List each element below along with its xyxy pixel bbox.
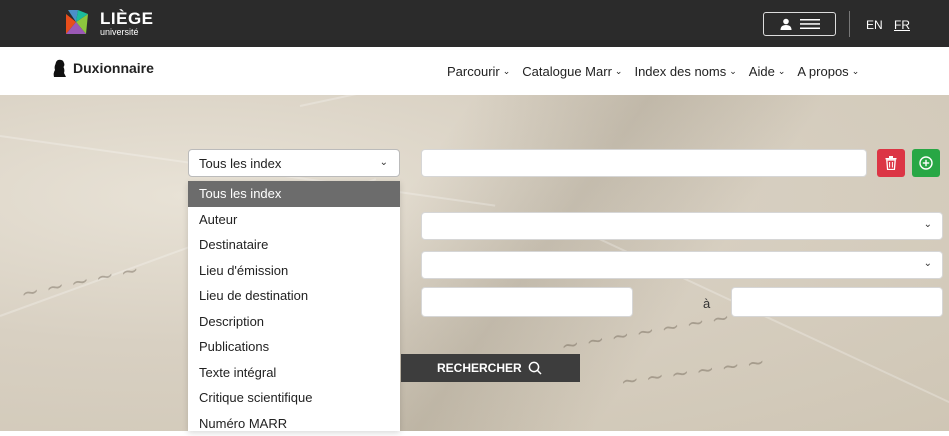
search-button-label: RECHERCHER (437, 361, 522, 375)
divider (849, 11, 850, 37)
index-option[interactable]: Lieu de destination (188, 283, 400, 309)
nav-item-index-des-noms[interactable]: Index des noms⌄ (634, 64, 736, 79)
nav-item-label: Parcourir (447, 64, 500, 79)
chevron-down-icon: ⌄ (924, 258, 932, 269)
paper-crease (300, 95, 949, 107)
handwriting-decoration: ~ ~ ~ ~ ~ (19, 258, 142, 307)
uliege-logo[interactable]: LIÈGE université (64, 8, 154, 38)
chevron-down-icon: ⌄ (729, 66, 737, 77)
index-select-value: Tous les index (199, 156, 281, 171)
nav-item-label: Index des noms (634, 64, 726, 79)
trash-icon (885, 156, 897, 170)
logo-title: LIÈGE (100, 10, 154, 27)
chevron-down-icon: ⌄ (778, 66, 786, 77)
chevron-down-icon: ⌄ (924, 219, 932, 230)
nav-item-label: Aide (749, 64, 775, 79)
chevron-down-icon: ⌄ (380, 157, 388, 168)
main-navbar: Duxionnaire Parcourir⌄ Catalogue Marr⌄ I… (0, 47, 949, 95)
silhouette-icon (53, 59, 67, 77)
search-icon (528, 361, 542, 375)
chevron-down-icon: ⌄ (852, 66, 860, 77)
menu-icon (800, 18, 820, 30)
brand-link[interactable]: Duxionnaire (53, 59, 154, 77)
range-end-input[interactable] (731, 287, 943, 317)
brand-name: Duxionnaire (73, 60, 154, 76)
range-separator: à (703, 296, 710, 311)
search-term-input[interactable] (421, 149, 867, 177)
lang-en-link[interactable]: EN (866, 18, 883, 32)
nav-menu: Parcourir⌄ Catalogue Marr⌄ Index des nom… (447, 64, 859, 79)
filter-select-2[interactable]: ⌄ (421, 251, 943, 279)
logo-subtitle: université (100, 28, 154, 37)
delete-criterion-button[interactable] (877, 149, 905, 177)
add-criterion-button[interactable] (912, 149, 940, 177)
account-menu-button[interactable] (763, 12, 836, 36)
index-option[interactable]: Destinataire (188, 232, 400, 258)
nav-item-catalogue-marr[interactable]: Catalogue Marr⌄ (522, 64, 622, 79)
index-option[interactable]: Lieu d'émission (188, 258, 400, 284)
index-option[interactable]: Critique scientifique (188, 385, 400, 411)
index-option[interactable]: Publications (188, 334, 400, 360)
index-select[interactable]: Tous les index ⌄ (188, 149, 400, 177)
search-button[interactable]: RECHERCHER (401, 354, 580, 382)
handwriting-decoration: ~ ~ ~ ~ ~ ~ (619, 350, 767, 395)
range-start-input[interactable] (421, 287, 633, 317)
user-icon (780, 18, 792, 30)
plus-circle-icon (919, 156, 933, 170)
chevron-down-icon: ⌄ (503, 66, 511, 77)
nav-item-aide[interactable]: Aide⌄ (749, 64, 786, 79)
nav-item-label: A propos (797, 64, 848, 79)
nav-item-a-propos[interactable]: A propos ⌄ (797, 64, 859, 79)
uliege-logo-icon (64, 8, 94, 38)
index-option[interactable]: Tous les index (188, 181, 400, 207)
index-option[interactable]: Texte intégral (188, 360, 400, 386)
index-option[interactable]: Numéro MARR (188, 411, 400, 436)
index-dropdown-list: Tous les index Auteur Destinataire Lieu … (188, 181, 400, 431)
nav-item-label: Catalogue Marr (522, 64, 612, 79)
lang-fr-link[interactable]: FR (894, 18, 910, 32)
index-option[interactable]: Auteur (188, 207, 400, 233)
nav-item-parcourir[interactable]: Parcourir⌄ (447, 64, 510, 79)
filter-select-1[interactable]: ⌄ (421, 212, 943, 240)
index-option[interactable]: Description (188, 309, 400, 335)
top-bar: LIÈGE université EN FR (0, 0, 949, 47)
chevron-down-icon: ⌄ (615, 66, 623, 77)
